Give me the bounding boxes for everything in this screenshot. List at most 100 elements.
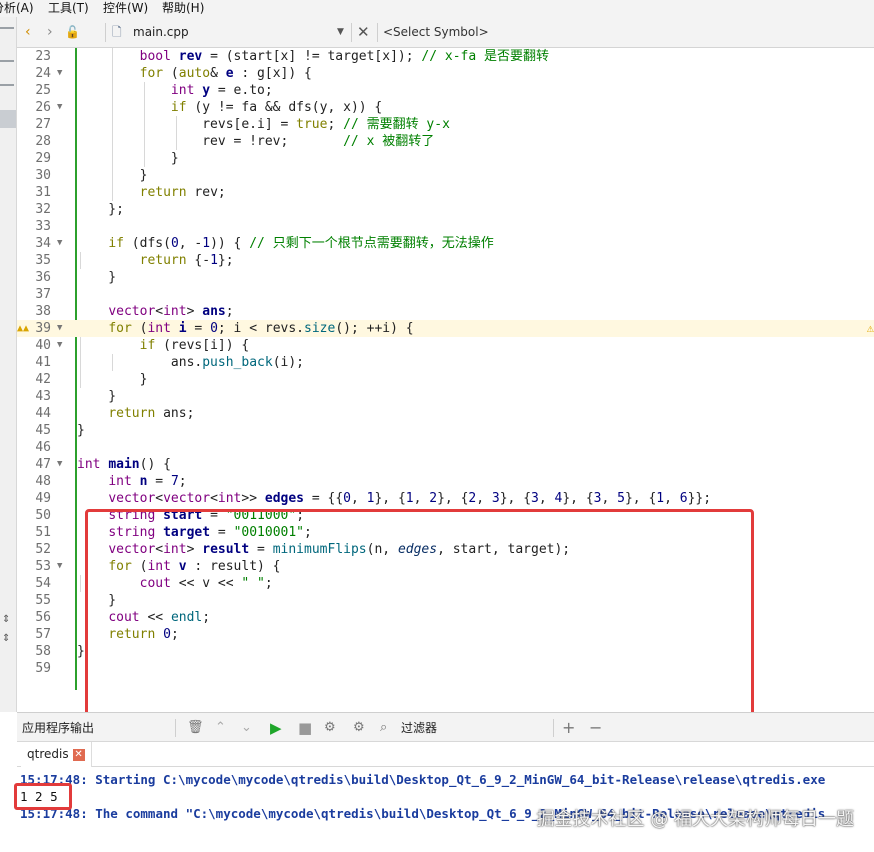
line-number: 56	[35, 610, 51, 625]
code-text: vector<int> ans;	[108, 304, 234, 319]
stop-icon[interactable]: ■	[298, 713, 312, 743]
watermark: 掘金技术社区 @ 福大大架构师每日一题	[536, 809, 854, 830]
code-line[interactable]: 27 revs[e.i] = true; // 需要翻转 y-x	[17, 116, 874, 133]
code-editor[interactable]: 23 bool rev = (start[x] != target[x]); /…	[17, 48, 874, 729]
line-number: 45	[35, 423, 51, 438]
output-body[interactable]: 15:17:48: Starting C:\mycode\mycode\qtre…	[0, 767, 874, 852]
code-text: };	[77, 202, 124, 217]
chevron-down-icon[interactable]: ▼	[337, 17, 344, 48]
filter-input[interactable]: 过滤器	[401, 713, 437, 743]
code-line[interactable]: 34 ▼ if (dfs(0, -1)) { // 只剩下一个根节点需要翻转，无法…	[17, 235, 874, 252]
lock-icon[interactable]: 🔓	[65, 17, 80, 48]
close-icon[interactable]: ✕	[72, 748, 85, 761]
nav-back-icon[interactable]: ‹	[25, 17, 31, 48]
fold-chevron-icon[interactable]: ▼	[57, 320, 62, 337]
line-number: 38	[35, 304, 51, 319]
output-tab-qtredis[interactable]: qtredis ✕	[21, 742, 92, 767]
code-text: if (revs[i]) {	[139, 338, 250, 353]
code-line[interactable]: 47 ▼ int main() {	[17, 456, 874, 473]
line-number: 36	[35, 270, 51, 285]
line-number: 54	[35, 576, 51, 591]
split-icon[interactable]: ⇕	[2, 634, 10, 644]
code-line[interactable]: 28 rev = !rev; // x 被翻转了	[17, 133, 874, 150]
menu-tools[interactable]: 工具(T)	[48, 0, 89, 16]
attach-debugger-icon[interactable]: ⚙	[324, 713, 336, 743]
code-line[interactable]: 39 ▼ ▲▲ ⚠ for (int i = 0; i < revs.size(); …	[17, 320, 874, 337]
fold-chevron-icon[interactable]: ▼	[57, 99, 62, 116]
code-text: }	[77, 151, 179, 166]
code-text: return {-1};	[139, 253, 234, 268]
line-number: 55	[35, 593, 51, 608]
line-number: 52	[35, 542, 51, 557]
code-line[interactable]: 26 ▼ if (y != fa && dfs(y, x)) {	[17, 99, 874, 116]
fold-chevron-icon[interactable]: ▼	[57, 235, 62, 252]
line-number: 42	[35, 372, 51, 387]
code-line[interactable]: 35 return {-1};	[17, 252, 874, 269]
code-line[interactable]: 29 }	[17, 150, 874, 167]
warning-icon[interactable]: ⚠	[867, 320, 874, 337]
fold-chevron-icon[interactable]: ▼	[57, 456, 62, 473]
add-icon[interactable]: +	[562, 713, 575, 743]
code-text: if (y != fa && dfs(y, x)) {	[170, 100, 383, 115]
code-line[interactable]: 31 return rev;	[17, 184, 874, 201]
code-text: }	[77, 372, 148, 387]
code-line[interactable]: 40 ▼ if (revs[i]) {	[17, 337, 874, 354]
run-icon[interactable]: ▶	[270, 713, 282, 743]
line-number: 25	[35, 83, 51, 98]
line-number: 26	[35, 100, 51, 115]
fold-chevron-icon[interactable]: ▼	[57, 337, 62, 354]
nav-forward-icon[interactable]: ›	[47, 17, 53, 48]
code-line[interactable]: 37	[17, 286, 874, 303]
code-line[interactable]: 24 ▼ for (auto& e : g[x]) {	[17, 65, 874, 82]
selected-item[interactable]	[0, 110, 16, 128]
close-icon[interactable]: ✕	[357, 17, 370, 48]
code-line[interactable]: 41 ans.push_back(i);	[17, 354, 874, 371]
code-line[interactable]: 43 }	[17, 388, 874, 405]
code-text: rev = !rev; // x 被翻转了	[77, 134, 435, 149]
chevron-down-icon[interactable]: ⌄	[241, 713, 252, 743]
line-number: 27	[35, 117, 51, 132]
code-line[interactable]: 38 vector<int> ans;	[17, 303, 874, 320]
code-text: for (int i = 0; i < revs.size(); ++i) {	[108, 321, 414, 336]
code-text: ans.push_back(i);	[77, 355, 304, 370]
code-line[interactable]: 23 bool rev = (start[x] != target[x]); /…	[17, 48, 874, 65]
code-line[interactable]: 42 }	[17, 371, 874, 388]
line-number: 41	[35, 355, 51, 370]
menu-help[interactable]: 帮助(H)	[162, 0, 204, 16]
editor-toolbar: ‹ › 🔓 🗋 main.cpp ▼ ✕ <Select Symbol>	[17, 17, 874, 48]
line-number: 29	[35, 151, 51, 166]
fold-chevron-icon[interactable]: ▼	[57, 65, 62, 82]
code-line[interactable]: 25 int y = e.to;	[17, 82, 874, 99]
trash-icon[interactable]: 🗑	[187, 713, 204, 743]
fold-chevron-icon[interactable]: ▼	[57, 558, 62, 575]
symbol-selector[interactable]: <Select Symbol>	[383, 17, 489, 48]
menu-controls[interactable]: 控件(W)	[103, 0, 148, 16]
panel-marker	[0, 84, 14, 86]
line-number: 47	[35, 457, 51, 472]
code-line[interactable]: 33	[17, 218, 874, 235]
chevron-up-icon[interactable]: ⌃	[215, 713, 226, 743]
code-line[interactable]: 32 };	[17, 201, 874, 218]
menu-analyze[interactable]: 分析(A)	[0, 0, 34, 16]
split-icon[interactable]: ⇕	[2, 615, 10, 625]
code-text: return rev;	[139, 185, 226, 200]
code-line[interactable]: 36 }	[17, 269, 874, 286]
settings-icon[interactable]: ⚙	[353, 713, 365, 743]
search-icon[interactable]: ⌕	[380, 713, 387, 743]
code-line[interactable]: 44 return ans;	[17, 405, 874, 422]
code-line[interactable]: 48 int n = 7;	[17, 473, 874, 490]
line-number: 32	[35, 202, 51, 217]
code-line[interactable]: 45}	[17, 422, 874, 439]
file-name-tab[interactable]: main.cpp	[133, 17, 189, 48]
line-number: 51	[35, 525, 51, 540]
output-pane-header: 应用程序输出 🗑 ⌃ ⌄ ▶ ■ ⚙ ⚙ ⌕ 过滤器 + −	[17, 712, 874, 742]
line-number: 44	[35, 406, 51, 421]
code-text: }	[77, 423, 85, 438]
code-line[interactable]: 30 }	[17, 167, 874, 184]
minus-icon[interactable]: −	[589, 713, 602, 743]
code-line[interactable]: 46	[17, 439, 874, 456]
result-highlight	[14, 783, 72, 810]
output-tabs: qtredis ✕	[17, 742, 874, 767]
code-line[interactable]: 49 vector<vector<int>> edges = {{0, 1}, …	[17, 490, 874, 507]
line-number: 30	[35, 168, 51, 183]
